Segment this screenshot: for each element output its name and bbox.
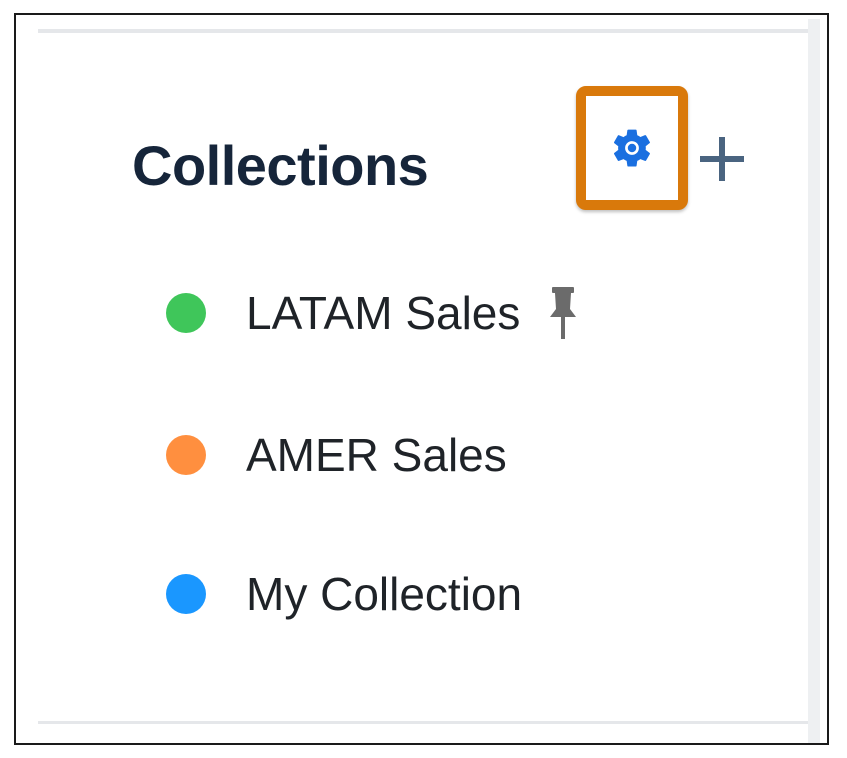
collection-label: My Collection (246, 568, 523, 620)
add-collection-button[interactable] (696, 133, 748, 185)
panel-scrollbar-track[interactable] (808, 19, 820, 743)
panel-bottom-divider (38, 721, 810, 724)
collection-settings-button[interactable] (576, 86, 688, 210)
screenshot-frame: Collections LATAM Sales AMER Sales My Co… (14, 13, 829, 745)
collection-item-latam-sales[interactable]: LATAM Sales (166, 283, 580, 343)
pin-icon[interactable] (546, 285, 580, 341)
collection-label: LATAM Sales (246, 287, 521, 339)
plus-icon (696, 137, 748, 189)
collection-color-dot (166, 293, 206, 333)
collection-label: AMER Sales (246, 429, 507, 481)
panel-top-divider (38, 29, 810, 33)
collection-item-amer-sales[interactable]: AMER Sales (166, 425, 507, 485)
collection-color-dot (166, 435, 206, 475)
collection-item-my-collection[interactable]: My Collection (166, 564, 522, 624)
collection-color-dot (166, 574, 206, 614)
gear-icon (609, 125, 655, 171)
collections-title: Collections (132, 134, 429, 197)
